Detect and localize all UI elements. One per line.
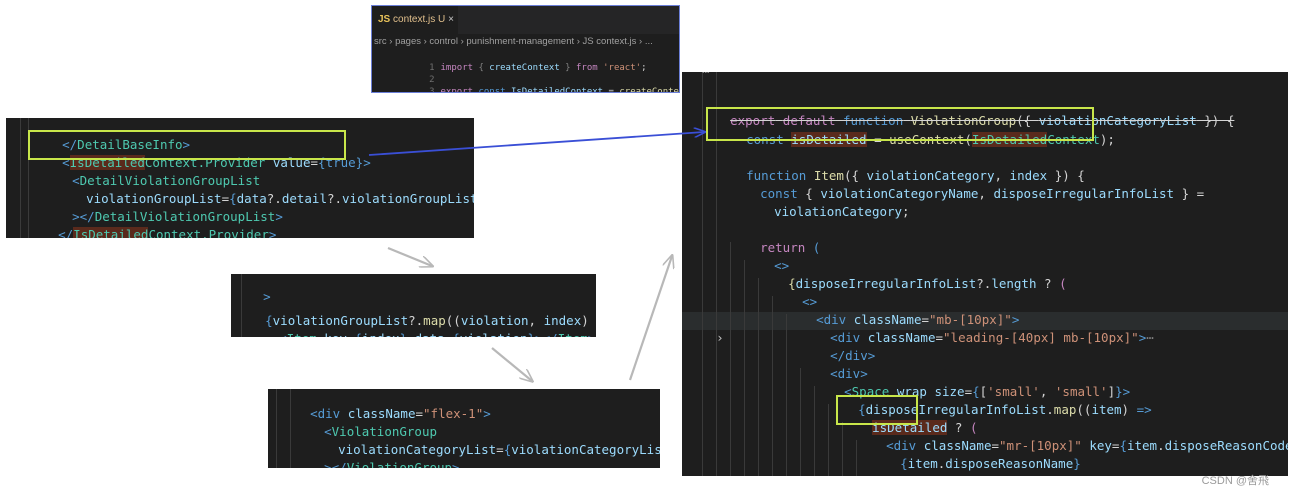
code-line: 3 export const IsDetailedContext = create… <box>429 87 679 92</box>
context-code-area: 1 import { createContext } from 'react'; … <box>372 50 679 92</box>
provider-snippet-panel: </DetailBaseInfo> <IsDetailedContext.Pro… <box>6 118 474 238</box>
code-line: <> <box>802 294 818 309</box>
code-line: return ( <box>760 240 821 255</box>
close-icon[interactable]: × <box>448 14 454 25</box>
map-snippet-panel: > {violationGroupList?.map((violation, i… <box>231 274 596 337</box>
watermark: CSDN @舍飛 <box>1201 475 1269 487</box>
tab-label: context.js <box>393 14 436 25</box>
is-detailed-highlight-box <box>836 395 918 425</box>
editor-tab-bar: JS context.js U × <box>372 6 679 34</box>
code-line: <div className="mb-[10px]"> <box>816 312 1020 327</box>
code-line: › <div className="leading-[40px] mb-[10px… <box>716 330 1154 345</box>
breadcrumb: src › pages › control › punishment-manag… <box>374 36 653 47</box>
main-code-panel: … export default function ViolationGroup… <box>682 72 1288 476</box>
code-line: function Item({ violationCategory, index… <box>746 168 1085 183</box>
code-line: <> <box>774 258 790 273</box>
arrow-map-to-group <box>491 347 532 381</box>
code-line: <div className="flex-1"> <box>310 406 491 421</box>
code-line: violationCategory; <box>774 204 910 219</box>
code-line: </Spin> <box>6 226 474 238</box>
context-file-panel: JS context.js U × src › pages › control … <box>372 6 679 92</box>
code-line: <div className="mr-[10px]" key={item.dis… <box>886 438 1288 453</box>
code-line: violationCategoryList={violationCategory… <box>338 442 660 457</box>
code-line: </div> <box>682 455 1288 476</box>
code-line: const { violationCategoryName, disposeIr… <box>760 186 1205 201</box>
provider-close-line: </IsDetailedContext.Provider> <box>6 208 474 238</box>
code-line: {disposeIrregularInfoList.map((item) => <box>858 402 1152 417</box>
code-line: ))} <box>231 330 596 337</box>
code-line: violationGroupList={data?.detail?.violat… <box>86 191 474 206</box>
code-line: <Space wrap size={['small', 'small']}> <box>844 384 1131 399</box>
is-detailed-line: isDetailed ? ( <box>872 420 978 435</box>
code-line: <div> <box>830 366 868 381</box>
provider-highlight-box <box>28 130 346 160</box>
arrow-provider-to-map <box>387 246 432 266</box>
code-line: </div> <box>830 348 876 363</box>
code-line: 4 <box>372 86 679 92</box>
code-line: {item.disposeReasonName} <box>900 456 1081 471</box>
code-line: </div> <box>268 459 660 468</box>
code-line: <ViolationGroup <box>324 424 437 439</box>
context-file-tab[interactable]: JS context.js U × <box>372 6 458 34</box>
code-line: {disposeIrregularInfoList?.length ? ( <box>788 276 1067 291</box>
group-snippet-panel: <div className="flex-1"> <ViolationGroup… <box>268 389 660 468</box>
map-line: {violationGroupList?.map((violation, ind… <box>265 313 596 328</box>
code-line: > <box>263 289 271 304</box>
use-context-highlight-box <box>706 107 1094 141</box>
code-line: ></ViolationGroup> <box>324 460 460 468</box>
code-line: … <box>682 72 1288 78</box>
arrow-group-to-main <box>628 256 672 381</box>
code-line: 1 import { createContext } from 'react'; <box>429 63 647 73</box>
code-line: 2 <box>429 75 435 85</box>
item-line: <Item key={index} data={violation}></Ite… <box>231 312 596 337</box>
code-line: ></DetailViolationGroupList> <box>72 209 283 224</box>
tab-status: U <box>438 14 446 25</box>
